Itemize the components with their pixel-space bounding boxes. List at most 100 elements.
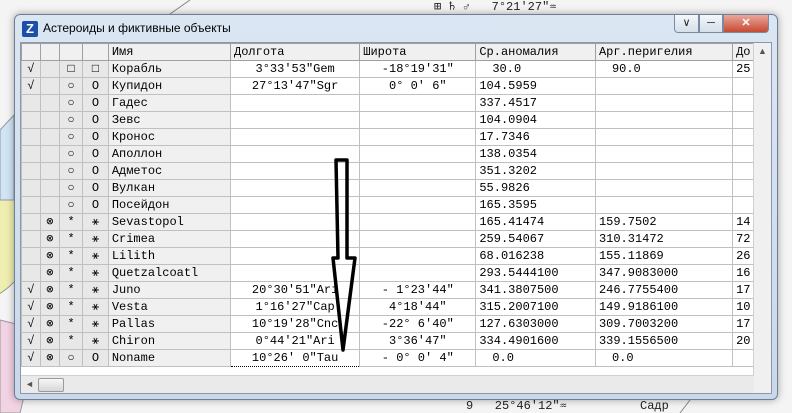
row-marker-cell[interactable]: ⊗ xyxy=(39,332,61,350)
row-marker-cell[interactable]: ⚹ xyxy=(82,332,109,350)
row-marker-cell[interactable] xyxy=(21,213,41,231)
table-cell[interactable] xyxy=(594,128,734,146)
row-marker-cell[interactable]: O xyxy=(82,196,109,214)
row-marker-cell[interactable]: * xyxy=(59,315,84,333)
table-row[interactable]: ○ O Посейдон 165.3595 xyxy=(21,196,771,214)
table-cell[interactable] xyxy=(230,213,361,231)
column-header[interactable] xyxy=(82,43,109,61)
table-cell[interactable]: 10°26' 0"Tau xyxy=(230,349,361,367)
row-marker-cell[interactable] xyxy=(39,179,61,197)
row-marker-cell[interactable] xyxy=(39,162,61,180)
row-marker-cell[interactable] xyxy=(39,145,61,163)
table-cell[interactable]: Juno xyxy=(107,281,232,299)
row-marker-cell[interactable]: ○ xyxy=(59,349,84,367)
table-cell[interactable] xyxy=(594,77,734,95)
row-marker-cell[interactable]: O xyxy=(82,77,109,95)
scroll-left-icon[interactable]: ◄ xyxy=(21,376,38,393)
table-cell[interactable]: - 1°23'44" xyxy=(359,281,477,299)
table-cell[interactable] xyxy=(359,128,477,146)
table-row[interactable]: ○ O Вулкан 55.9826 xyxy=(21,179,771,197)
row-marker-cell[interactable]: * xyxy=(59,264,84,282)
title-bar[interactable]: Z Астероиды и фиктивные объекты ∨ ─ ✕ xyxy=(15,15,777,43)
table-cell[interactable]: 309.7003200 xyxy=(594,315,734,333)
table-cell[interactable]: 149.9186100 xyxy=(594,298,734,316)
table-cell[interactable]: Quetzalcoatl xyxy=(107,264,232,282)
table-cell[interactable] xyxy=(594,94,734,112)
table-cell[interactable] xyxy=(230,94,361,112)
row-marker-cell[interactable]: √ xyxy=(21,332,41,350)
table-cell[interactable]: 293.5444100 xyxy=(475,264,596,282)
table-cell[interactable] xyxy=(359,162,477,180)
row-marker-cell[interactable]: □ xyxy=(59,60,84,78)
table-row[interactable]: ⊗ * ⚹ Crimea 259.54067 310.31472 72 xyxy=(21,230,771,248)
row-marker-cell[interactable]: * xyxy=(59,247,84,265)
table-cell[interactable]: 10°19'28"Cnc xyxy=(230,315,361,333)
table-cell[interactable] xyxy=(359,179,477,197)
row-marker-cell[interactable]: ○ xyxy=(59,128,84,146)
row-marker-cell[interactable]: ⊗ xyxy=(39,298,61,316)
table-row[interactable]: ○ O Адметос 351.3202 xyxy=(21,162,771,180)
table-cell[interactable]: -18°19'31" xyxy=(359,60,477,78)
table-cell[interactable]: 90.0 xyxy=(594,60,734,78)
row-marker-cell[interactable]: ⚹ xyxy=(82,247,109,265)
table-cell[interactable] xyxy=(359,94,477,112)
table-cell[interactable]: Адметос xyxy=(107,162,232,180)
row-marker-cell[interactable]: ○ xyxy=(59,179,84,197)
table-cell[interactable]: 3°36'47" xyxy=(359,332,477,350)
table-cell[interactable]: 27°13'47"Sgr xyxy=(230,77,361,95)
row-marker-cell[interactable]: ⊗ xyxy=(39,264,61,282)
table-cell[interactable]: Lilith xyxy=(107,247,232,265)
row-marker-cell[interactable]: ⚹ xyxy=(82,213,109,231)
table-row[interactable]: ○ O Гадес 337.4517 xyxy=(21,94,771,112)
table-cell[interactable]: Кронос xyxy=(107,128,232,146)
table-cell[interactable] xyxy=(230,162,361,180)
column-header[interactable]: Арг.перигелия xyxy=(594,43,734,61)
table-cell[interactable]: 337.4517 xyxy=(475,94,596,112)
column-header[interactable]: Широта xyxy=(359,43,477,61)
row-marker-cell[interactable]: □ xyxy=(82,60,109,78)
row-marker-cell[interactable]: √ xyxy=(21,77,41,95)
table-cell[interactable] xyxy=(230,230,361,248)
row-marker-cell[interactable]: O xyxy=(82,94,109,112)
table-cell[interactable]: 17.7346 xyxy=(475,128,596,146)
row-marker-cell[interactable]: √ xyxy=(21,349,41,367)
table-cell[interactable] xyxy=(230,111,361,129)
table-cell[interactable] xyxy=(230,145,361,163)
column-header[interactable] xyxy=(21,43,41,61)
table-cell[interactable]: -22° 6'40" xyxy=(359,315,477,333)
table-cell[interactable]: 259.54067 xyxy=(475,230,596,248)
table-row[interactable]: √ ⊗ * ⚹ Juno 20°30'51"Ari - 1°23'44" 341.380750… xyxy=(21,281,771,299)
table-cell[interactable]: 20°30'51"Ari xyxy=(230,281,361,299)
column-header[interactable] xyxy=(59,43,84,61)
table-cell[interactable]: 1°16'27"Cap xyxy=(230,298,361,316)
table-cell[interactable]: 159.7502 xyxy=(594,213,734,231)
table-cell[interactable]: 0°44'21"Ari xyxy=(230,332,361,350)
row-marker-cell[interactable] xyxy=(21,145,41,163)
table-cell[interactable] xyxy=(594,196,734,214)
table-cell[interactable]: Гадес xyxy=(107,94,232,112)
row-marker-cell[interactable]: √ xyxy=(21,298,41,316)
row-marker-cell[interactable]: O xyxy=(82,179,109,197)
table-cell[interactable] xyxy=(230,179,361,197)
close-button[interactable]: ✕ xyxy=(723,15,769,33)
row-marker-cell[interactable]: ⊗ xyxy=(39,213,61,231)
table-row[interactable]: ⊗ * ⚹ Quetzalcoatl 293.5444100 347.9083000 16 xyxy=(21,264,771,282)
table-cell[interactable] xyxy=(230,196,361,214)
row-marker-cell[interactable] xyxy=(39,94,61,112)
table-row[interactable]: ○ O Зевс 104.0904 xyxy=(21,111,771,129)
row-marker-cell[interactable]: ○ xyxy=(59,196,84,214)
table-cell[interactable]: 339.1556500 xyxy=(594,332,734,350)
column-header[interactable]: Ср.аномалия xyxy=(475,43,596,61)
horizontal-scroll-thumb[interactable] xyxy=(38,378,64,392)
table-cell[interactable]: Pallas xyxy=(107,315,232,333)
row-marker-cell[interactable]: ⊗ xyxy=(39,349,61,367)
table-row[interactable]: ⊗ * ⚹ Lilith 68.016238 155.11869 26 xyxy=(21,247,771,265)
table-cell[interactable]: Корабль xyxy=(107,60,232,78)
table-row[interactable]: ○ O Кронос 17.7346 xyxy=(21,128,771,146)
table-row[interactable]: √ ⊗ ○ O Noname 10°26' 0"Tau - 0° 0' 4" 0.0 0.0 xyxy=(21,349,771,367)
row-marker-cell[interactable] xyxy=(21,196,41,214)
row-marker-cell[interactable]: ○ xyxy=(59,111,84,129)
row-marker-cell[interactable]: ⚹ xyxy=(82,281,109,299)
row-marker-cell[interactable]: ⚹ xyxy=(82,264,109,282)
column-header[interactable] xyxy=(39,43,61,61)
